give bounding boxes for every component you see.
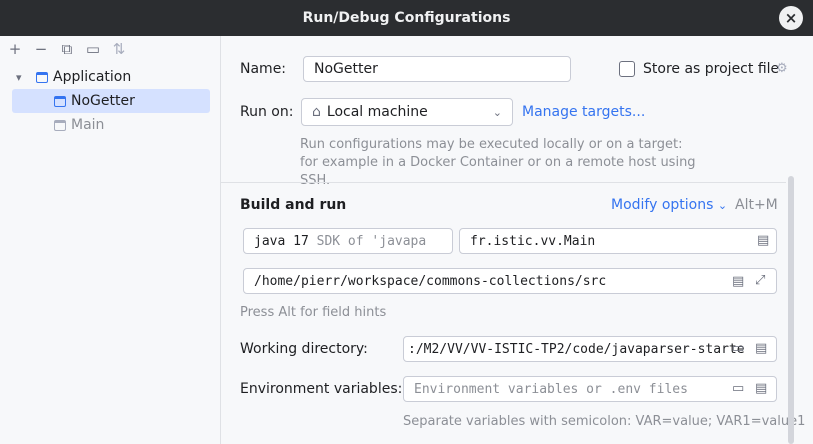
modify-options-label: Modify options [611, 197, 714, 213]
store-as-project-label: Store as project file [643, 61, 780, 77]
tree-item-nogetter[interactable]: NoGetter [12, 89, 210, 113]
browse-icon[interactable]: ▤ [755, 381, 767, 396]
gear-icon[interactable]: ⚙ [776, 61, 788, 76]
folder-icon[interactable]: ▭ [732, 381, 744, 396]
working-directory-label: Working directory: [240, 341, 368, 357]
chevron-down-icon: ⌄ [717, 199, 728, 212]
run-on-label: Run on: [240, 104, 294, 120]
tree-group-label: Application [53, 69, 132, 85]
new-folder-icon[interactable]: ▭ [82, 38, 104, 60]
main-class-input[interactable]: fr.istic.vv.Main [459, 228, 777, 254]
name-input[interactable]: NoGetter [303, 56, 571, 82]
folder-icon[interactable]: ▭ [732, 341, 744, 356]
close-icon: × [784, 9, 798, 27]
home-icon: ⌂ [312, 104, 321, 120]
close-button[interactable]: × [779, 6, 803, 30]
browse-icon[interactable]: ▤ [757, 233, 769, 248]
program-arguments-input[interactable]: /home/pierr/workspace/commons-collection… [243, 268, 777, 294]
environment-variables-label: Environment variables: [240, 381, 403, 397]
environment-variables-hint: Separate variables with semicolon: VAR=v… [403, 414, 806, 429]
tree-group-application[interactable]: ▾ Application [16, 65, 131, 89]
scrollbar[interactable] [788, 176, 794, 444]
application-icon [36, 71, 48, 83]
build-run-title: Build and run [240, 197, 347, 213]
jdk-dropdown[interactable]: java 17 SDK of 'javapa [243, 228, 453, 254]
add-icon[interactable]: + [4, 38, 26, 60]
config-tree-pane: + − ⧉ ▭ ⇅ ▾ Application NoGetter Main [0, 36, 221, 444]
jdk-value: java 17 [254, 233, 309, 249]
environment-variables-input[interactable]: Environment variables or .env files [403, 376, 777, 402]
window-title: Run/Debug Configurations [302, 10, 511, 26]
run-on-dropdown[interactable]: ⌂ Local machine ⌄ [301, 98, 513, 126]
field-hint: Press Alt for field hints [240, 305, 387, 320]
tree-item-label: Main [71, 117, 105, 133]
working-directory-input[interactable]: :/M2/VV/VV-ISTIC-TP2/code/javaparser-sta… [403, 336, 777, 362]
program-arguments-value: /home/pierr/workspace/commons-collection… [254, 273, 607, 289]
name-input-value: NoGetter [314, 61, 378, 77]
sort-icon[interactable]: ⇅ [108, 38, 130, 60]
browse-icon[interactable]: ▤ [755, 341, 767, 356]
tree-item-main[interactable]: Main [12, 113, 104, 137]
tree-toolbar: + − ⧉ ▭ ⇅ [4, 38, 130, 60]
environment-variables-placeholder: Environment variables or .env files [414, 381, 688, 397]
expand-icon[interactable]: ⤢ [755, 273, 765, 288]
remove-icon[interactable]: − [30, 38, 52, 60]
copy-icon[interactable]: ⧉ [56, 38, 78, 60]
chevron-down-icon: ⌄ [492, 105, 502, 119]
working-directory-value: :/M2/VV/VV-ISTIC-TP2/code/javaparser-sta… [408, 341, 745, 357]
run-on-value: Local machine [326, 104, 428, 120]
application-icon [54, 119, 66, 131]
modify-options-shortcut: Alt+M [735, 197, 778, 213]
tree-item-label: NoGetter [71, 93, 135, 109]
name-label: Name: [240, 61, 287, 77]
chevron-down-icon[interactable]: ▾ [16, 71, 30, 84]
main-class-value: fr.istic.vv.Main [470, 233, 596, 249]
manage-targets-link[interactable]: Manage targets... [522, 104, 645, 120]
application-icon [54, 95, 66, 107]
title-bar: Run/Debug Configurations × [0, 0, 813, 36]
modify-options-link[interactable]: Modify options ⌄ [611, 197, 727, 213]
jdk-suffix: SDK of 'javapa [316, 233, 427, 249]
store-as-project-checkbox[interactable] [619, 61, 635, 77]
separator [221, 182, 786, 183]
browse-icon[interactable]: ▤ [732, 274, 744, 289]
